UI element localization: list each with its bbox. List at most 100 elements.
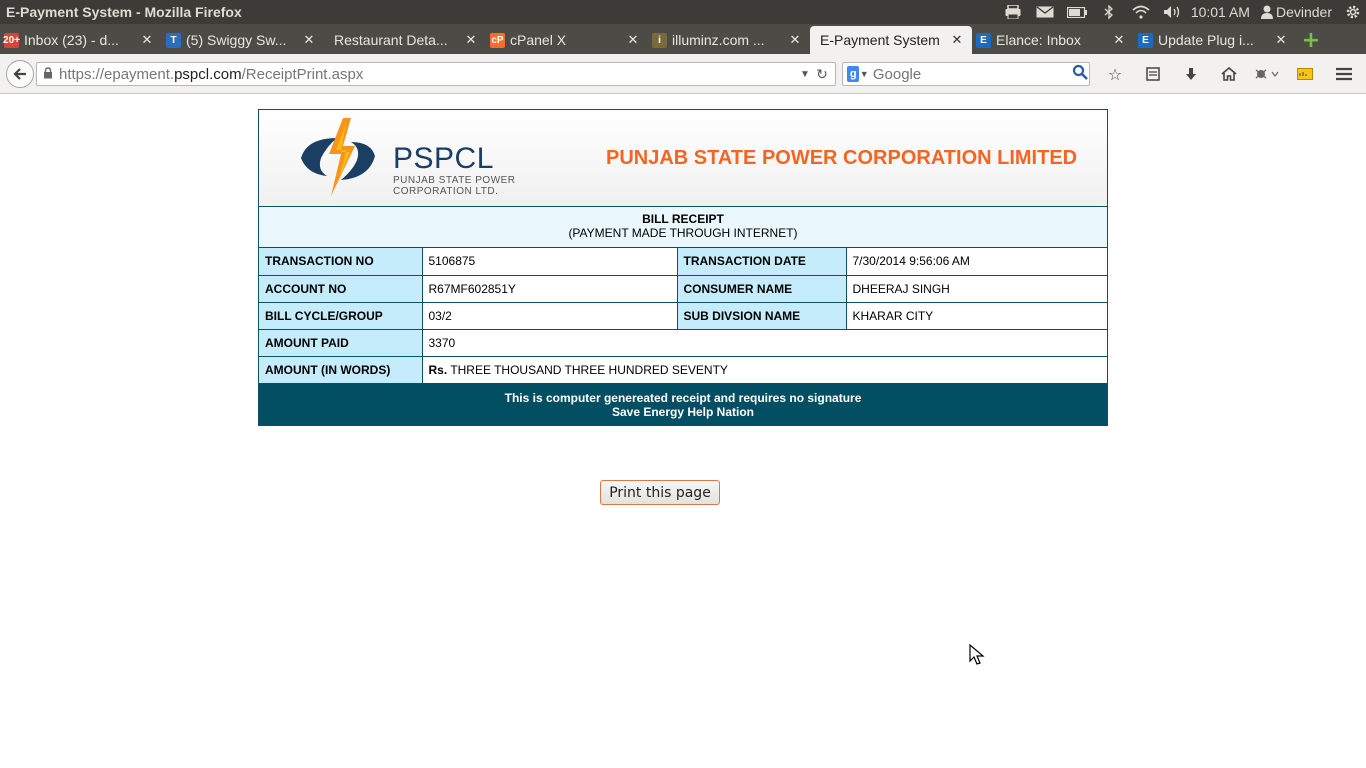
search-input[interactable]: [868, 65, 1072, 83]
bill-cycle-label: BILL CYCLE/GROUP: [259, 301, 423, 330]
close-tab-icon[interactable]: ✕: [1274, 32, 1288, 48]
table-row: AMOUNT (IN WORDS) Rs. THREE THOUSAND THR…: [259, 355, 1107, 384]
table-row: BILL CYCLE/GROUP 03/2 SUB DIVSION NAME K…: [259, 301, 1107, 330]
amount-paid-value: 3370: [421, 328, 1107, 357]
tab-label: Restaurant Deta...: [334, 32, 448, 48]
amount-words-label: AMOUNT (IN WORDS): [259, 355, 423, 384]
bill-receipt: PSPCL PUNJAB STATE POWER CORPORATION LTD…: [258, 109, 1108, 426]
browser-tab[interactable]: E Elance: Inbox ✕: [972, 26, 1134, 54]
footer-note: This is computer genereated receipt and …: [504, 390, 862, 405]
mouse-cursor-icon: [969, 644, 985, 665]
search-engine-dropdown-icon[interactable]: ▼: [859, 69, 869, 79]
os-top-bar: E-Payment System - Mozilla Firefox 10:01…: [0, 0, 1366, 24]
browser-tab[interactable]: E-Payment System ✕: [810, 26, 972, 54]
bookmarks-list-icon[interactable]: [1134, 62, 1172, 86]
browser-tab[interactable]: 20+ Inbox (23) - d... ✕: [0, 26, 162, 54]
receipt-title: BILL RECEIPT (PAYMENT MADE THROUGH INTER…: [259, 207, 1107, 248]
transaction-date-value: 7/30/2014 9:56:06 AM: [845, 248, 1107, 276]
gmail-icon: 20+: [3, 33, 20, 48]
pspcl-logo: PSPCL PUNJAB STATE POWER CORPORATION LTD…: [297, 116, 547, 200]
url-path: /ReceiptPrint.aspx: [241, 65, 364, 83]
lock-icon[interactable]: [43, 66, 59, 82]
footer-slogan: Save Energy Help Nation: [611, 404, 755, 419]
mail-icon[interactable]: [1029, 0, 1061, 24]
search-bar[interactable]: g ▼: [842, 62, 1090, 86]
close-tab-icon[interactable]: ✕: [788, 32, 802, 48]
transaction-no-label: TRANSACTION NO: [259, 248, 423, 276]
logo-wordmark: PSPCL: [393, 142, 494, 175]
wifi-icon[interactable]: [1125, 0, 1157, 24]
extension-icon[interactable]: [1286, 62, 1324, 86]
transaction-no-value: 5106875: [421, 248, 678, 276]
cpanel-icon: cP: [490, 33, 505, 48]
settings-gear-icon[interactable]: [1340, 0, 1366, 24]
sub-division-value: KHARAR CITY: [845, 301, 1107, 330]
close-tab-icon[interactable]: ✕: [1112, 32, 1126, 48]
elance-icon: E: [1138, 33, 1153, 48]
amount-words-value: THREE THOUSAND THREE HUNDRED SEVENTY: [450, 362, 728, 377]
battery-icon[interactable]: [1061, 0, 1093, 24]
bluetooth-icon[interactable]: [1093, 0, 1125, 24]
receipt-title-sub: (PAYMENT MADE THROUGH INTERNET): [568, 226, 798, 240]
tab-label: Inbox (23) - d...: [24, 32, 119, 48]
browser-tab[interactable]: cP cPanel X ✕: [486, 26, 648, 54]
volume-icon[interactable]: [1157, 0, 1189, 24]
browser-tab-strip: 20+ Inbox (23) - d... ✕ T (5) Swiggy Sw... ✕ R…: [0, 24, 1366, 54]
bill-cycle-value: 03/2: [421, 301, 678, 330]
receipt-title-main: BILL RECEIPT: [642, 212, 724, 226]
consumer-name-label: CONSUMER NAME: [676, 274, 847, 303]
receipt-footer: This is computer genereated receipt and …: [259, 383, 1107, 425]
receipt-header: PSPCL PUNJAB STATE POWER CORPORATION LTD…: [259, 110, 1107, 207]
transaction-date-label: TRANSACTION DATE: [676, 248, 847, 276]
system-tray: 10:01 AM Devinder: [997, 0, 1366, 24]
close-tab-icon[interactable]: ✕: [140, 32, 154, 48]
logo-subtext-1: PUNJAB STATE POWER: [393, 175, 516, 186]
user-icon[interactable]: [1258, 0, 1276, 24]
close-tab-icon[interactable]: ✕: [302, 32, 316, 48]
browser-tab[interactable]: i illuminz.com ... ✕: [648, 26, 810, 54]
close-tab-icon[interactable]: ✕: [464, 32, 478, 48]
user-name[interactable]: Devinder: [1276, 4, 1340, 20]
table-row: ACCOUNT NO R67MF602851Y CONSUMER NAME DH…: [259, 274, 1107, 303]
print-page-button[interactable]: Print this page: [600, 480, 720, 505]
search-magnifier-icon[interactable]: [1072, 64, 1089, 84]
clock[interactable]: 10:01 AM: [1189, 4, 1258, 20]
bookmark-star-icon[interactable]: ☆: [1096, 62, 1134, 86]
printer-icon[interactable]: [997, 0, 1029, 24]
hamburger-menu-icon[interactable]: [1330, 62, 1358, 86]
consumer-name-value: DHEERAJ SINGH: [845, 274, 1107, 303]
receipt-details-table: TRANSACTION NO 5106875 TRANSACTION DATE …: [259, 248, 1107, 384]
url-text[interactable]: https://epayment.pspcl.com/ReceiptPrint.…: [59, 66, 797, 83]
browser-tab[interactable]: E Update Plug i... ✕: [1134, 26, 1296, 54]
tab-label: cPanel X: [510, 32, 567, 48]
url-domain: pspcl.com: [174, 65, 242, 83]
page-content: PSPCL PUNJAB STATE POWER CORPORATION LTD…: [0, 95, 1366, 768]
trello-icon: T: [166, 33, 181, 48]
browser-tab[interactable]: Restaurant Deta... ✕: [324, 26, 486, 54]
tab-label: E-Payment System: [820, 32, 940, 48]
browser-tab[interactable]: T (5) Swiggy Sw... ✕: [162, 26, 324, 54]
amount-words-cell: Rs. THREE THOUSAND THREE HUNDRED SEVENTY: [421, 355, 1107, 384]
tab-label: Elance: Inbox: [996, 32, 1081, 48]
google-icon[interactable]: g: [847, 66, 860, 82]
toolbar-icons: ☆: [1096, 62, 1324, 86]
url-prefix: https://epayment.: [59, 65, 175, 83]
elance-icon: E: [976, 33, 991, 48]
addon-icon[interactable]: [1248, 62, 1286, 86]
reload-icon[interactable]: ↻: [813, 66, 831, 83]
close-tab-icon[interactable]: ✕: [950, 32, 964, 48]
corporation-name: PUNJAB STATE POWER CORPORATION LIMITED: [606, 147, 1078, 169]
close-tab-icon[interactable]: ✕: [626, 32, 640, 48]
logo-subtext-2: CORPORATION LTD.: [393, 186, 499, 197]
download-arrow-icon[interactable]: [1172, 62, 1210, 86]
back-button[interactable]: [6, 60, 34, 88]
url-dropdown-icon[interactable]: ▼: [797, 69, 813, 80]
home-icon[interactable]: [1210, 62, 1248, 86]
amount-words-prefix: Rs.: [428, 362, 448, 377]
new-tab-plus-icon[interactable]: +: [1296, 26, 1326, 54]
illuminz-icon: i: [652, 33, 667, 48]
url-bar[interactable]: https://epayment.pspcl.com/ReceiptPrint.…: [36, 62, 836, 86]
table-row: TRANSACTION NO 5106875 TRANSACTION DATE …: [259, 248, 1107, 276]
window-title: E-Payment System - Mozilla Firefox: [6, 4, 242, 20]
arrow-left-icon: [13, 68, 26, 80]
